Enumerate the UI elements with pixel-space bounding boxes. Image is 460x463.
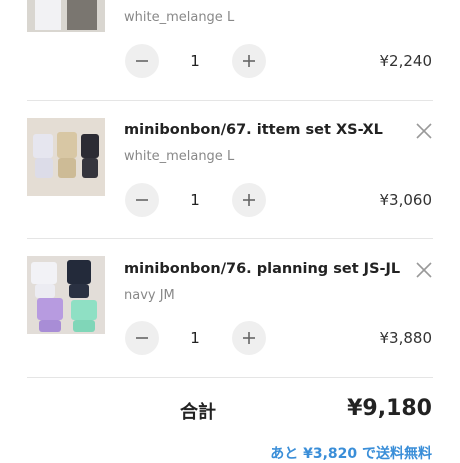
- plus-icon: [243, 55, 255, 67]
- product-thumbnail[interactable]: [27, 118, 105, 196]
- decrease-quantity-button[interactable]: [125, 183, 159, 217]
- item-variant: white_melange L: [124, 149, 235, 164]
- item-name[interactable]: minibonbon/76. planning set JS-JL: [124, 261, 400, 277]
- item-price: ¥2,240: [379, 52, 433, 70]
- minus-icon: [136, 199, 148, 201]
- divider: [27, 100, 433, 101]
- product-thumbnail[interactable]: [27, 0, 105, 32]
- increase-quantity-button[interactable]: [232, 44, 266, 78]
- decrease-quantity-button[interactable]: [125, 44, 159, 78]
- close-icon: [416, 123, 432, 139]
- plus-icon: [243, 332, 255, 344]
- product-thumbnail[interactable]: [27, 256, 105, 334]
- item-variant: navy JM: [124, 288, 175, 303]
- total-value: ¥9,180: [347, 396, 432, 421]
- plus-icon: [243, 194, 255, 206]
- remove-item-button[interactable]: [414, 260, 434, 280]
- decrease-quantity-button[interactable]: [125, 321, 159, 355]
- item-price: ¥3,060: [379, 191, 433, 209]
- remove-item-button[interactable]: [414, 121, 434, 141]
- increase-quantity-button[interactable]: [232, 321, 266, 355]
- increase-quantity-button[interactable]: [232, 183, 266, 217]
- total-label: 合計: [180, 402, 216, 423]
- free-shipping-note[interactable]: あと ¥3,820 で送料無料: [270, 443, 432, 463]
- divider: [27, 238, 433, 239]
- quantity-value: 1: [190, 52, 200, 70]
- divider: [27, 377, 433, 378]
- minus-icon: [136, 60, 148, 62]
- quantity-value: 1: [190, 191, 200, 209]
- quantity-value: 1: [190, 329, 200, 347]
- close-icon: [416, 262, 432, 278]
- item-price: ¥3,880: [379, 329, 433, 347]
- item-name[interactable]: minibonbon/67. ittem set XS-XL: [124, 122, 383, 138]
- item-variant: white_melange L: [124, 10, 235, 25]
- minus-icon: [136, 337, 148, 339]
